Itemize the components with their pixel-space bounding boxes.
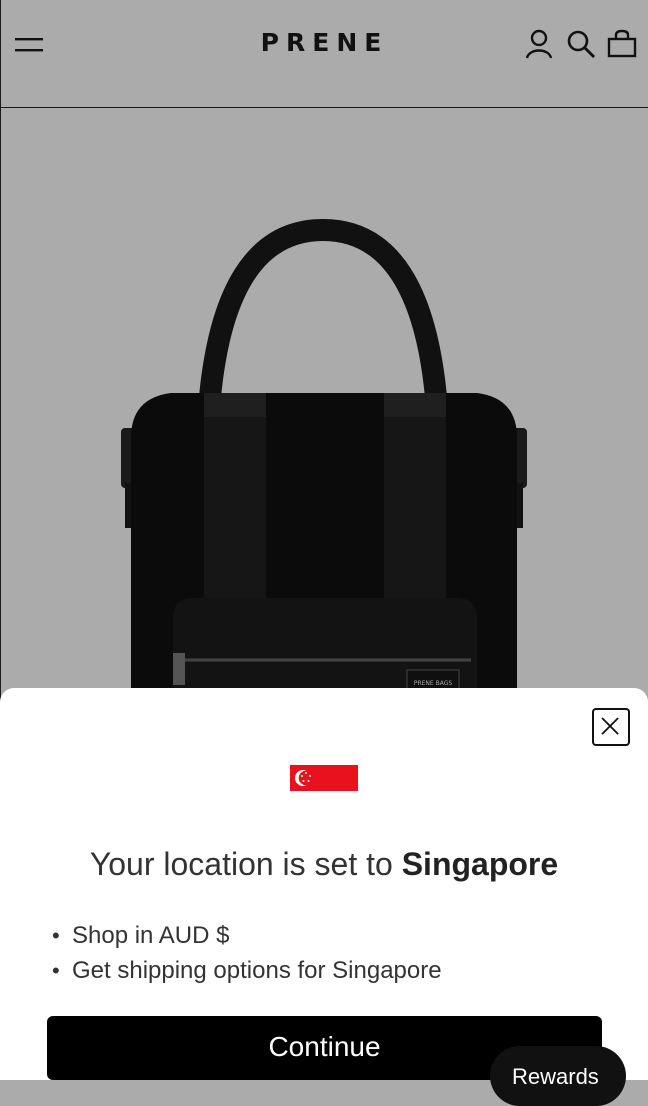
close-icon[interactable] bbox=[592, 708, 630, 746]
bullet-shipping: Get shipping options for Singapore bbox=[52, 953, 442, 988]
search-icon[interactable] bbox=[565, 28, 597, 60]
bag-tag-label: PRENE BAGS bbox=[414, 680, 453, 687]
account-icon[interactable] bbox=[523, 28, 555, 60]
bullet-currency: Shop in AUD $ bbox=[52, 918, 442, 953]
modal-title: Your location is set to Singapore bbox=[0, 846, 648, 883]
title-country: Singapore bbox=[401, 846, 559, 882]
singapore-flag-icon bbox=[290, 765, 358, 791]
bag-icon[interactable] bbox=[606, 28, 638, 60]
backpack-image: PRENE BAGS bbox=[121, 218, 527, 708]
title-prefix: Your location is set to bbox=[89, 846, 402, 882]
site-header: PRENE bbox=[0, 0, 648, 108]
modal-bullet-list: Shop in AUD $ Get shipping options for S… bbox=[52, 918, 442, 988]
product-image: PRENE BAGS bbox=[0, 108, 648, 708]
rewards-button[interactable]: Rewards bbox=[490, 1046, 626, 1106]
